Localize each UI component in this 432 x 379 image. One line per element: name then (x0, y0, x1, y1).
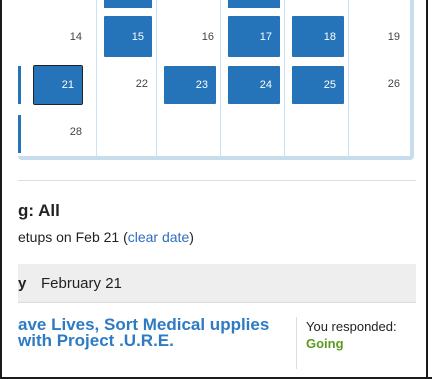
calendar-day: 26 (387, 78, 400, 90)
calendar-day-with-meetups[interactable]: 25 (292, 66, 344, 104)
calendar-day-number: 23 (195, 79, 208, 91)
rsvp-divider (296, 317, 297, 369)
calendar-day-number: 25 (323, 79, 336, 91)
calendar-day: 19 (387, 31, 400, 43)
clear-date-link[interactable]: clear date (128, 229, 189, 245)
calendar-column-line (96, 0, 97, 156)
section-divider (18, 180, 416, 181)
calendar-day-selected[interactable]: 21 (33, 65, 83, 105)
calendar-day: 16 (201, 31, 214, 43)
calendar-day-number: 18 (323, 31, 336, 43)
calendar-body: 14 15 16 17 18 19 21 22 23 24 25 26 28 (18, 0, 410, 156)
calendar-day-with-meetups[interactable]: 15 (104, 16, 152, 57)
meetup-filter-title: g: All (18, 201, 60, 220)
calendar-column-line (284, 0, 285, 156)
screenshot-border-left (0, 0, 2, 379)
calendar-day-number: 17 (259, 31, 272, 43)
rsvp-label: You responded: (306, 319, 397, 334)
calendar-prev-week-highlight (228, 0, 280, 8)
calendar-day-with-meetups[interactable]: 17 (228, 16, 280, 57)
weekday-label: y (18, 275, 27, 292)
calendar-day: 28 (69, 126, 82, 138)
calendar-prev-week-highlight (104, 0, 152, 8)
date-group-header: y February 21 (18, 264, 416, 303)
calendar-partial-day-left (18, 115, 21, 153)
calendar-day: 22 (135, 78, 148, 90)
rsvp-status: Going (306, 336, 344, 351)
calendar-column-line (156, 0, 157, 156)
date-label: February 21 (41, 275, 122, 292)
calendar-day-with-meetups[interactable]: 23 (164, 66, 216, 104)
calendar-day-with-meetups[interactable]: 24 (228, 66, 280, 104)
calendar-day: 14 (69, 31, 82, 43)
calendar-day-with-meetups[interactable]: 18 (292, 16, 344, 57)
calendar-day-number: 15 (131, 31, 144, 43)
calendar-day-number: 21 (61, 79, 74, 91)
calendar-grid: 14 15 16 17 18 19 21 22 23 24 25 26 28 (18, 0, 414, 160)
calendar-column-line (220, 0, 221, 156)
calendar-day-number: 24 (259, 79, 272, 91)
meetups-date-summary: etups on Feb 21 (clear date) (18, 229, 194, 245)
event-title-link[interactable]: ave Lives, Sort Medical upplies with Pro… (18, 316, 278, 349)
meetups-date-label: etups on Feb 21 (18, 229, 120, 245)
screenshot-border-right (426, 0, 428, 379)
calendar-partial-day-left (18, 66, 21, 104)
